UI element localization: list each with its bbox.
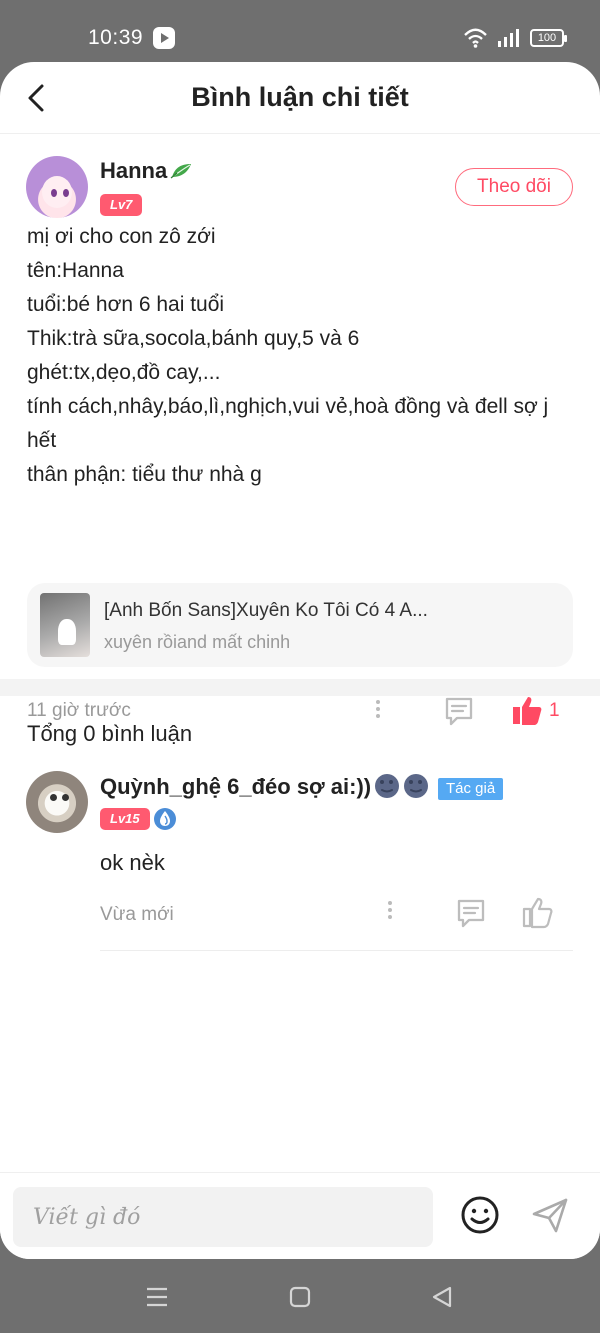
home-icon[interactable] [286,1283,314,1311]
post-author-avatar[interactable] [26,156,88,218]
post-body-line: tên:Hanna [27,259,124,282]
moon-icon [375,774,400,798]
emoji-icon[interactable] [458,1193,502,1237]
battery-icon: 100 [530,29,567,47]
more-icon[interactable] [380,898,400,926]
comment-author-name[interactable]: Quỳnh_ghệ 6_đéo sợ ai:)) [100,773,429,800]
wifi-icon [464,28,487,48]
follow-button[interactable]: Theo dõi [455,168,573,206]
post-body: mị ơi cho con zô zới tên:Hanna tuổi:bé h… [27,220,573,492]
comment-input[interactable] [13,1187,433,1247]
page-title: Bình luận chi tiết [191,82,409,112]
post-body-line: mị ơi cho con zô zới [27,225,216,248]
post-time: 11 giờ trước [27,700,131,721]
leaf-icon [170,164,192,179]
signal-icon [498,29,519,47]
post-body-line: tính cách,nhây,báo,lì,nghịch,vui vẻ,hoà … [27,395,549,452]
linked-story-card[interactable]: [Anh Bốn Sans]Xuyên Ko Tôi Có 4 A... xuy… [27,583,573,667]
post-author-name[interactable]: Hanna [100,158,193,184]
comment-detail-sheet: Bình luận chi tiết Hanna Lv7 Theo dõi mị… [0,62,600,1259]
avatar-eye-right [63,189,69,197]
like-icon[interactable] [520,895,554,929]
status-bar: 10:39 100 [0,0,600,62]
section-divider [0,679,600,696]
system-navigation-bar [0,1259,600,1333]
status-icons: 100 [463,27,567,49]
comment-composer [0,1172,600,1259]
status-time: 10:39 [88,26,144,49]
comment-author-avatar[interactable] [26,771,88,833]
menu-icon[interactable] [143,1283,171,1311]
like-count: 1 [549,700,560,721]
header: Bình luận chi tiết [0,62,600,134]
post-level-badge: Lv7 [100,194,143,216]
back-nav-icon[interactable] [428,1283,456,1311]
comment-level-badge: Lv15 [100,808,150,830]
comment-author-name-text: Quỳnh_ghệ 6_đéo sợ ai:)) [100,774,372,799]
comment-icon[interactable] [454,896,488,930]
like-icon[interactable] [510,693,544,727]
post-body-line: tuổi:bé hơn 6 hai tuổi [27,293,225,316]
water-drop-icon [154,808,176,830]
avatar-eye-left [51,189,57,197]
story-title: [Anh Bốn Sans]Xuyên Ko Tôi Có 4 A... [104,600,428,621]
post-body-line: Thik:trà sữa,socola,bánh quy,5 và 6 [27,327,360,350]
story-subtitle: xuyên rồiand mất chinh [104,632,291,652]
post-body-line: thân phận: tiểu thư nhà g [27,463,262,486]
post-author-name-text: Hanna [100,158,168,183]
comment-icon[interactable] [442,694,476,728]
comment-item: Quỳnh_ghệ 6_đéo sợ ai:)) Tác giả Lv15 ok… [0,768,600,951]
screen-recorder-icon [153,27,175,49]
more-icon[interactable] [368,697,388,725]
story-thumbnail [40,593,90,657]
comments-total: Tổng 0 bình luận [27,721,193,746]
author-badge: Tác giả [438,778,504,800]
moon-icon [404,774,429,798]
comment-time: Vừa mới [100,904,174,925]
comment-divider [100,950,573,951]
send-icon[interactable] [528,1193,572,1237]
comment-text: ok nèk [100,850,165,875]
post-body-line: ghét:tx,dẹo,đồ cay,... [27,361,221,384]
